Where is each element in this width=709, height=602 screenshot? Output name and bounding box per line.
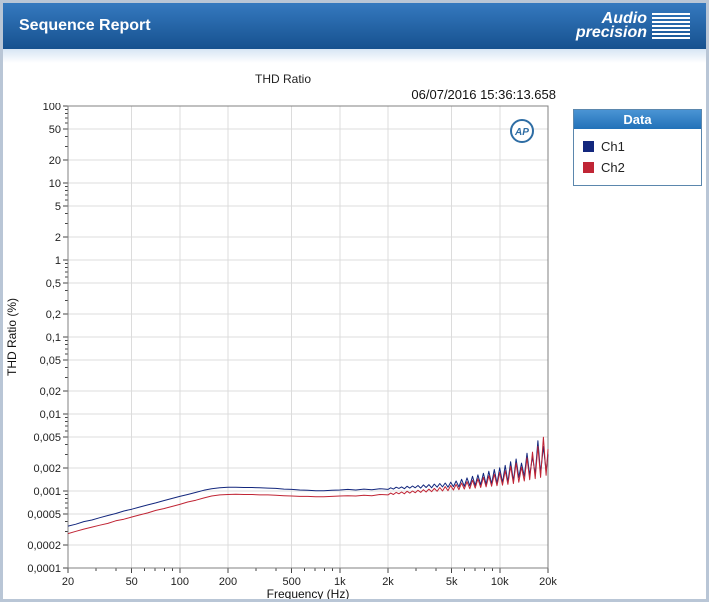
- x-tick-label: 100: [171, 576, 189, 588]
- legend-item-ch2[interactable]: Ch2: [583, 157, 692, 178]
- x-tick-label: 200: [219, 576, 237, 588]
- y-tick-label: 0,2: [46, 309, 61, 321]
- report-window: Sequence Report Audio precision THD Rati…: [0, 0, 709, 602]
- y-tick-label: 20: [49, 155, 61, 167]
- chart-title: THD Ratio: [254, 72, 311, 86]
- legend-item-ch1[interactable]: Ch1: [583, 136, 692, 157]
- y-tick-label: 0,01: [40, 409, 61, 421]
- ch1-label: Ch1: [601, 139, 625, 154]
- logo-stripes-icon: [652, 13, 690, 39]
- y-axis-title: THD Ratio (%): [5, 298, 19, 376]
- ch2-label: Ch2: [601, 160, 625, 175]
- ap-badge-text: AP: [514, 127, 529, 138]
- y-tick-label: 0,1: [46, 332, 61, 344]
- x-axis-title: Frequency (Hz): [267, 587, 350, 601]
- x-tick-label: 10k: [491, 576, 509, 588]
- y-tick-label: 0,0005: [27, 509, 61, 521]
- legend-header: Data: [574, 110, 701, 129]
- y-tick-label: 2: [55, 232, 61, 244]
- header-gradient-strip: [3, 49, 706, 63]
- x-tick-label: 20k: [539, 576, 557, 588]
- page-title: Sequence Report: [19, 17, 151, 34]
- y-tick-label: 0,0002: [27, 540, 61, 552]
- x-tick-label: 5k: [446, 576, 458, 588]
- legend-panel: Data Ch1 Ch2: [573, 109, 702, 186]
- y-tick-label: 0,0001: [27, 563, 61, 575]
- ch1-color-swatch: [583, 141, 594, 152]
- legend-body: Ch1 Ch2: [574, 129, 701, 185]
- x-tick-label: 2k: [382, 576, 394, 588]
- y-tick-label: 0,001: [33, 486, 61, 498]
- thd-ratio-chart: 20 50 100 200 500 1k 2k 5k 10k 20k1005020105210,5…: [5, 103, 557, 601]
- y-tick-label: 50: [49, 124, 61, 136]
- y-tick-label: 0,02: [40, 386, 61, 398]
- y-tick-label: 5: [55, 201, 61, 213]
- report-header: Sequence Report Audio precision: [3, 3, 706, 49]
- logo-wordmark: Audio precision: [575, 11, 647, 41]
- y-tick-label: 10: [49, 178, 61, 190]
- ch2-color-swatch: [583, 162, 594, 173]
- y-tick-label: 0,005: [33, 432, 61, 444]
- x-tick-label: 50: [126, 576, 138, 588]
- y-tick-label: 100: [43, 103, 61, 113]
- y-tick-label: 0,05: [40, 355, 61, 367]
- logo-word-precision: precision: [575, 24, 647, 41]
- report-timestamp: 06/07/2016 15:36:13.658: [411, 87, 556, 102]
- y-tick-label: 1: [55, 255, 61, 267]
- y-tick-label: 0,5: [46, 278, 61, 290]
- x-tick-label: 20: [62, 576, 74, 588]
- y-tick-label: 0,002: [33, 463, 61, 475]
- audio-precision-logo: Audio precision: [575, 11, 690, 41]
